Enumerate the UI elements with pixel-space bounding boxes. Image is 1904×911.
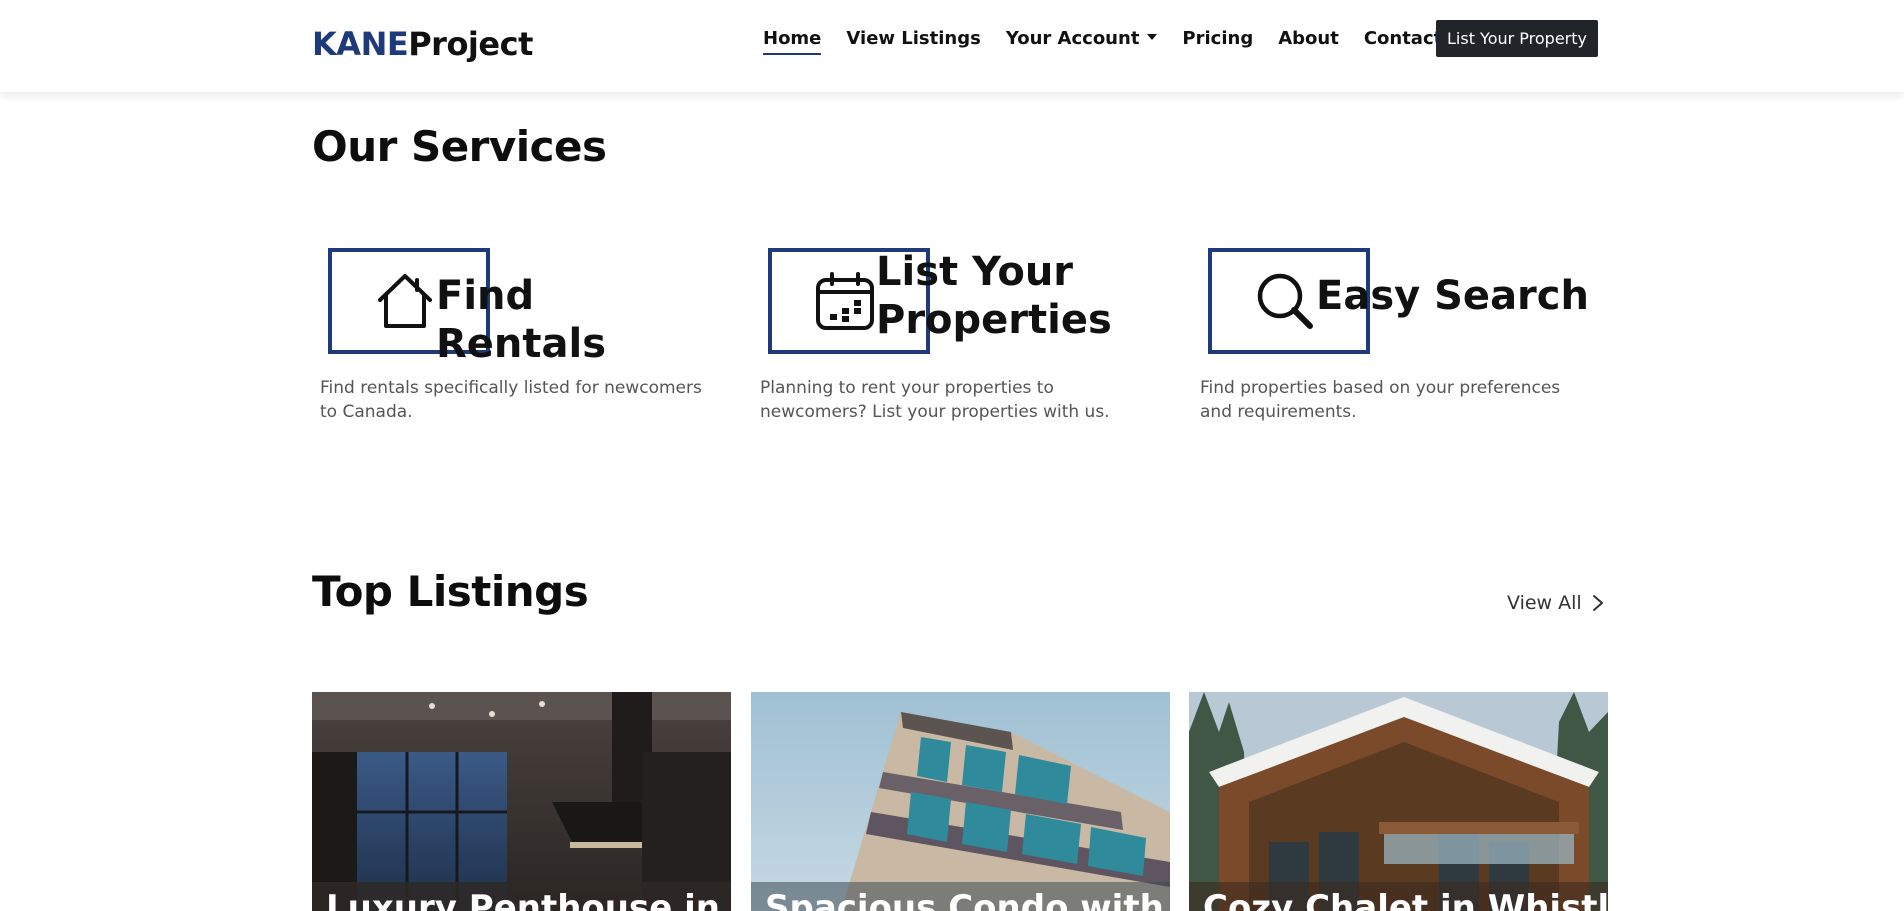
service-title: Find Rentals xyxy=(436,273,607,367)
nav-your-account-label: Your Account xyxy=(1005,28,1140,49)
nav-your-account[interactable]: Your Account xyxy=(1006,28,1158,55)
nav-about[interactable]: About xyxy=(1278,28,1339,55)
chevron-right-icon xyxy=(1592,595,1603,611)
listing-title: Cozy Chalet in Whistler xyxy=(1203,888,1608,911)
calendar-icon xyxy=(816,272,874,330)
view-all-link[interactable]: View All xyxy=(1507,592,1604,614)
site-header: KANEProject Home View Listings Your Acco… xyxy=(0,0,1904,92)
listing-image xyxy=(312,692,731,911)
top-listings-heading: Top Listings xyxy=(312,567,589,616)
service-title: Easy Search xyxy=(1316,273,1589,319)
service-card-find-rentals: Find Rentals Find rentals specifically l… xyxy=(312,248,732,448)
service-card-easy-search: Easy Search Find properties based on you… xyxy=(1192,248,1612,448)
service-description: Find rentals specifically listed for new… xyxy=(320,378,702,422)
service-description: Planning to rent your properties to newc… xyxy=(760,378,1110,422)
nav-view-listings[interactable]: View Listings xyxy=(846,28,980,55)
view-all-label: View All xyxy=(1507,592,1582,614)
chevron-down-icon xyxy=(1147,34,1158,40)
search-icon xyxy=(1257,273,1313,329)
listing-card-condo[interactable]: Spacious Condo with xyxy=(751,692,1170,911)
list-your-property-button[interactable]: List Your Property xyxy=(1436,20,1598,57)
logo-project: Project xyxy=(408,25,533,63)
house-icon xyxy=(378,274,432,328)
site-logo[interactable]: KANEProject xyxy=(312,25,533,63)
listing-image xyxy=(751,692,1170,911)
services-heading: Our Services xyxy=(312,122,607,171)
logo-kane: KANE xyxy=(312,25,409,63)
nav-pricing[interactable]: Pricing xyxy=(1182,28,1253,55)
nav-contact[interactable]: Contact xyxy=(1364,28,1442,55)
listing-title: Spacious Condo with xyxy=(765,888,1164,911)
listing-card-penthouse[interactable]: Luxury Penthouse in xyxy=(312,692,731,911)
listing-image xyxy=(1189,692,1608,911)
service-title: List Your Properties xyxy=(876,249,1112,343)
service-description: Find properties based on your preference… xyxy=(1200,378,1561,422)
listing-card-chalet[interactable]: Cozy Chalet in Whistler xyxy=(1189,692,1608,911)
main-nav: Home View Listings Your Account Pricing … xyxy=(763,28,1467,55)
listing-title: Luxury Penthouse in xyxy=(326,888,720,911)
service-card-list-properties: List Your Properties Planning to rent yo… xyxy=(752,248,1172,448)
nav-home[interactable]: Home xyxy=(763,28,822,55)
